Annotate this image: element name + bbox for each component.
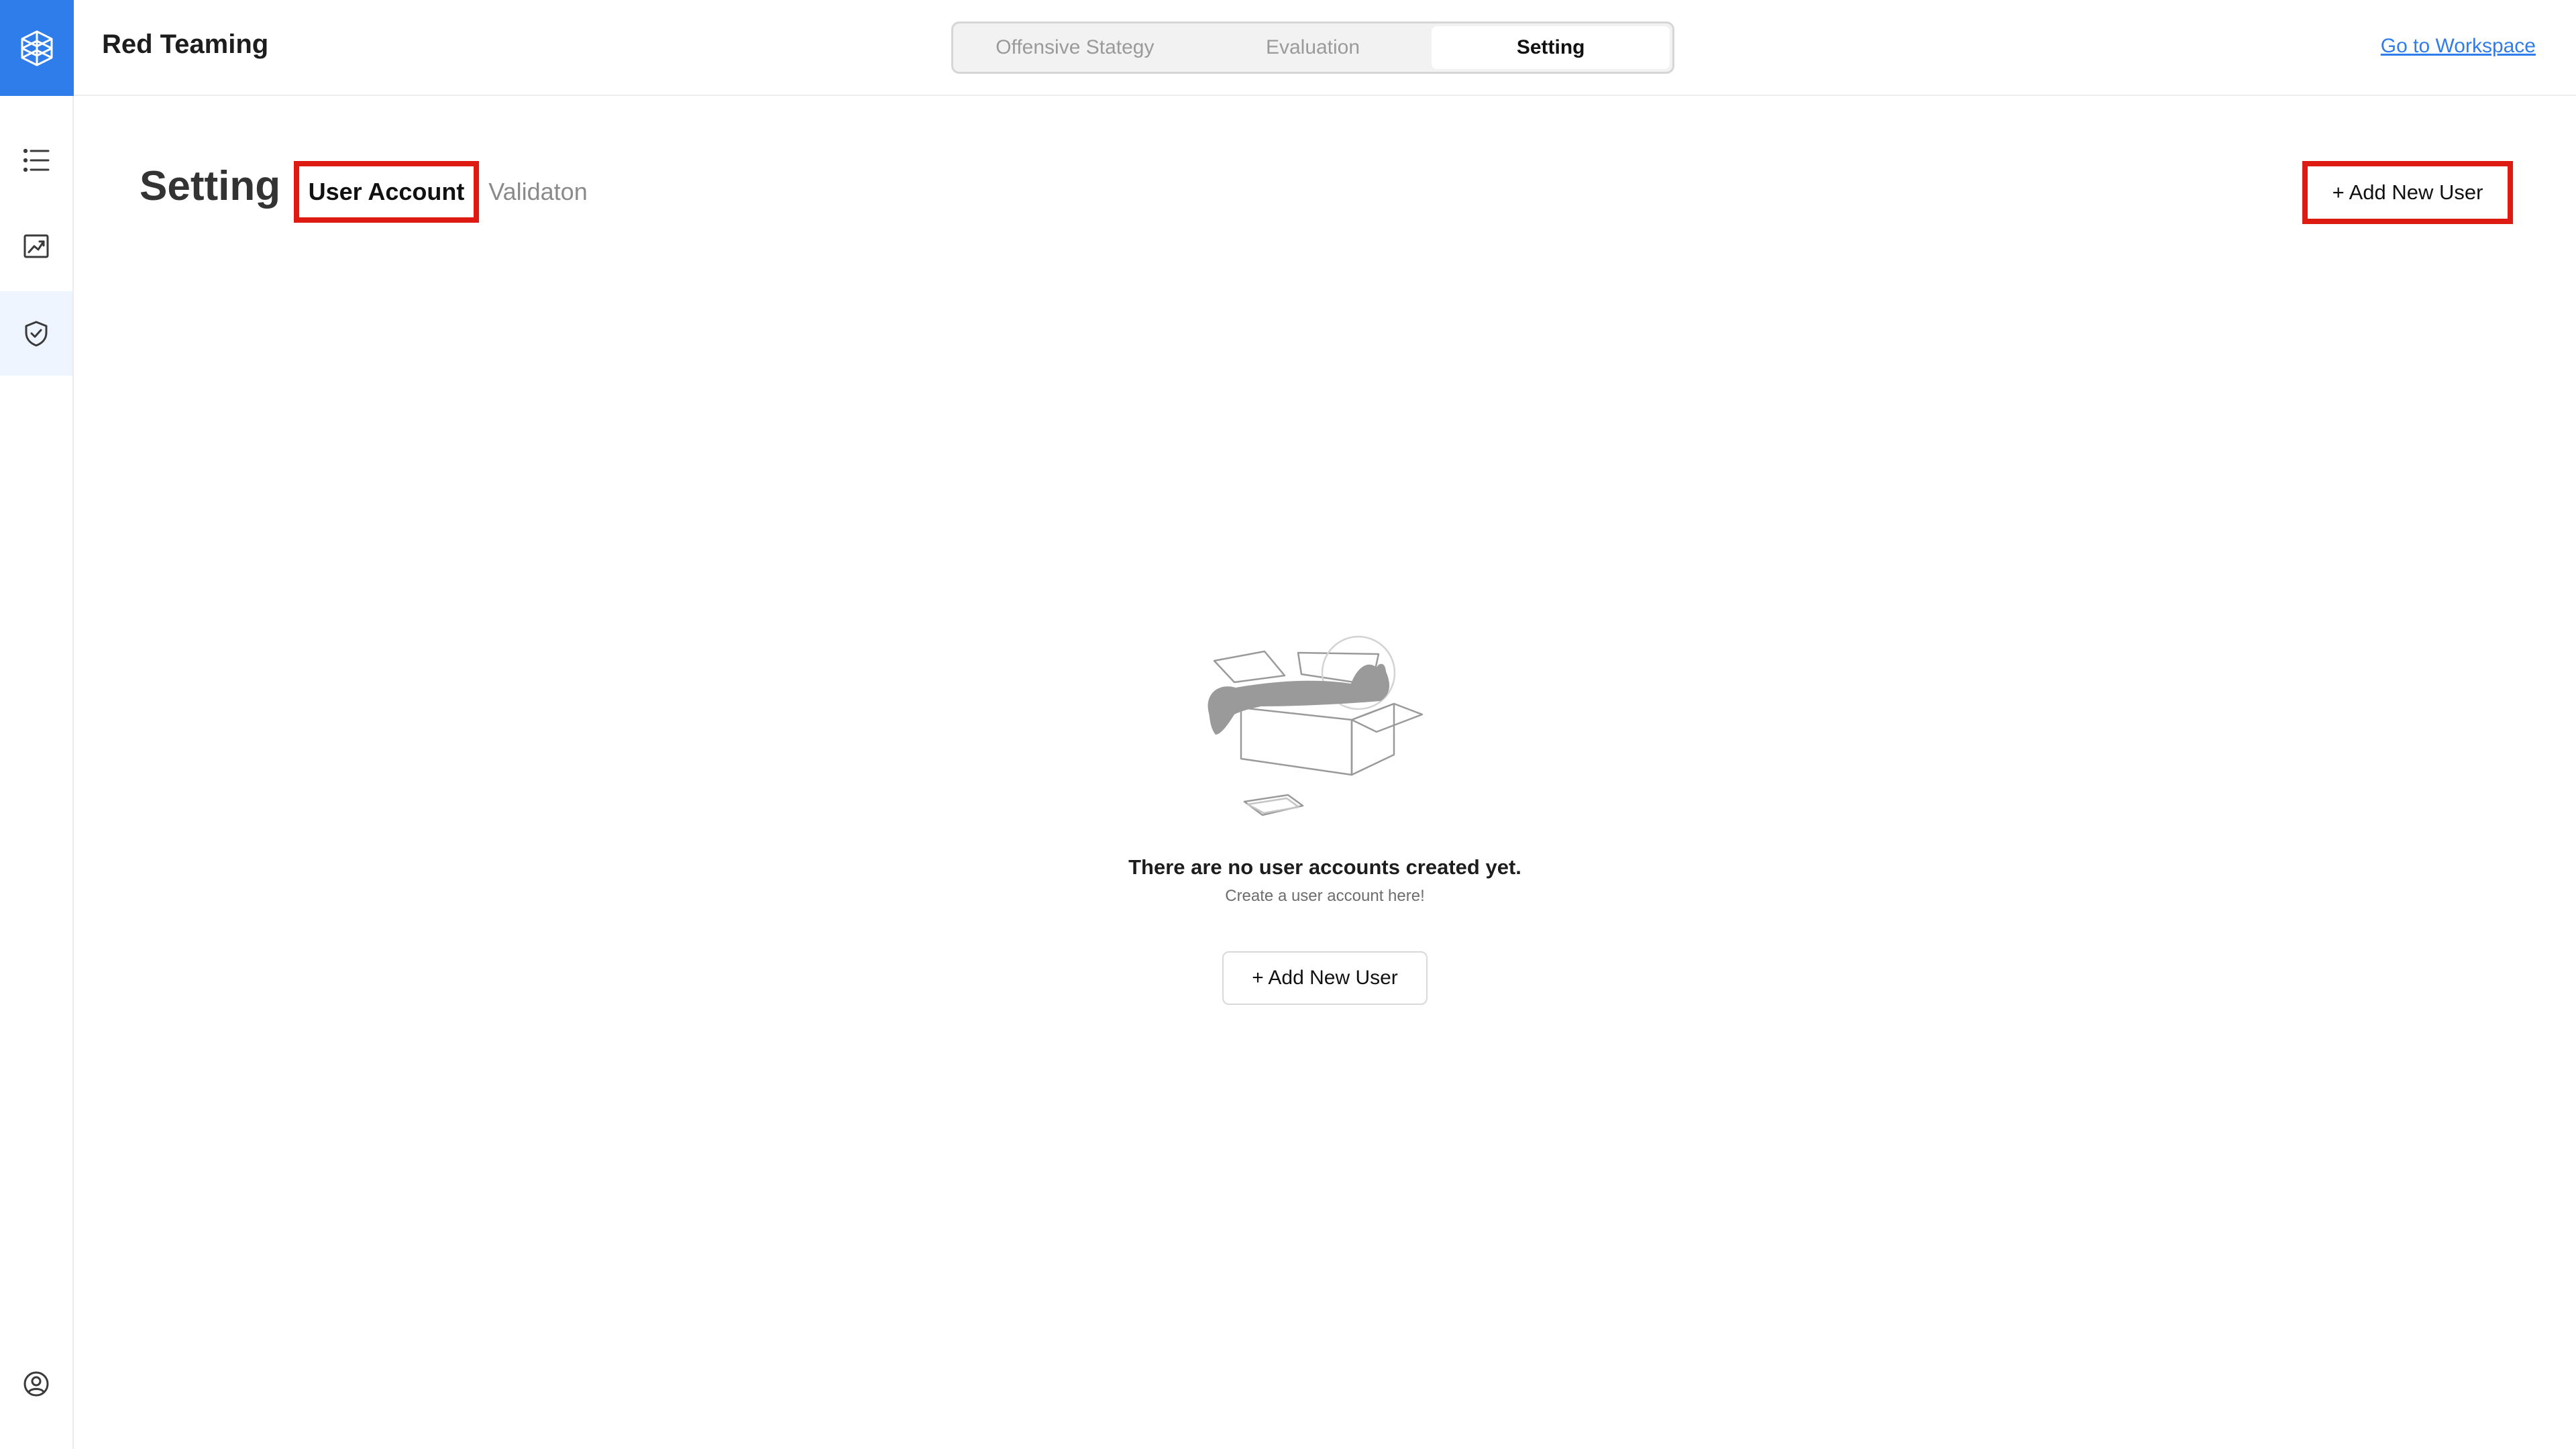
top-header: Red Teaming Offensive Stategy Evaluation… xyxy=(74,0,2576,96)
add-new-user-button[interactable]: + Add New User xyxy=(2302,161,2513,224)
main-tab-switcher: Offensive Stategy Evaluation Setting xyxy=(951,21,1674,74)
list-icon xyxy=(23,148,50,172)
shield-check-icon xyxy=(25,321,48,347)
subtab-user-account[interactable]: User Account xyxy=(294,161,479,223)
sidebar-item-chart[interactable] xyxy=(0,204,72,288)
subtab-validation[interactable]: Validaton xyxy=(478,161,598,223)
empty-state-add-user-button[interactable]: + Add New User xyxy=(1222,951,1428,1005)
app-title: Red Teaming xyxy=(102,30,269,59)
tab-evaluation[interactable]: Evaluation xyxy=(1194,26,1432,69)
sidebar-item-profile[interactable] xyxy=(0,1342,72,1426)
user-circle-icon xyxy=(23,1371,49,1397)
app-logo[interactable] xyxy=(0,0,74,96)
empty-state-subtitle: Create a user account here! xyxy=(1225,887,1425,905)
chart-trend-icon xyxy=(23,234,49,258)
tab-setting[interactable]: Setting xyxy=(1432,26,1670,69)
left-sidebar xyxy=(0,0,74,1449)
empty-box-illustration xyxy=(1208,635,1424,816)
sidebar-item-security[interactable] xyxy=(0,291,72,376)
cube-network-icon xyxy=(21,30,53,66)
go-to-workspace-link[interactable]: Go to Workspace xyxy=(2381,35,2536,58)
tab-offensive-strategy[interactable]: Offensive Stategy xyxy=(956,26,1194,69)
empty-state-title: There are no user accounts created yet. xyxy=(1128,855,1521,879)
page-title: Setting xyxy=(140,163,281,209)
sidebar-item-list[interactable] xyxy=(0,118,72,203)
